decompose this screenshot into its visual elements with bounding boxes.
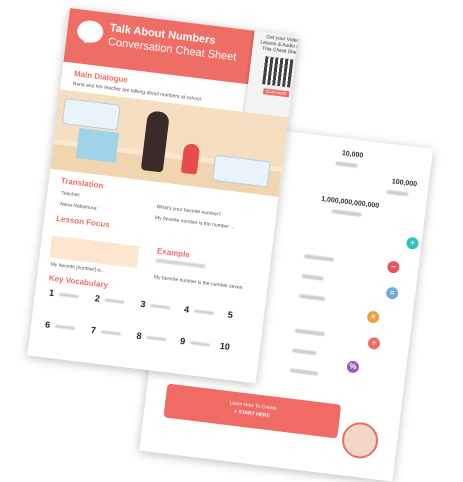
scene-shelf	[75, 128, 120, 163]
number-100000: 100,000	[391, 178, 418, 189]
student-label: Nana Nakamura:	[59, 201, 98, 212]
vocab-number: 1	[48, 287, 55, 299]
translation-line-2: My favorite number is the number ...	[154, 214, 235, 231]
scan-here-label: SCAN HERE	[262, 88, 290, 98]
blurred-text	[146, 335, 167, 342]
percent-icon: %	[346, 360, 360, 374]
vocab-number: 2	[94, 293, 101, 304]
qr-code-icon[interactable]	[262, 56, 294, 88]
blurred-text	[193, 309, 215, 315]
blurred-text	[54, 324, 76, 330]
vocab-number: 5	[227, 309, 234, 321]
blurred-text	[303, 254, 335, 262]
blurred-text	[331, 209, 362, 217]
vocab-number: 6	[44, 319, 51, 330]
number-10000: 10,000	[341, 150, 364, 160]
blurred-text	[155, 258, 206, 269]
lesson-focus-heading: Lesson Focus	[55, 213, 111, 230]
vocab-number: 7	[90, 324, 97, 336]
blurred-text	[301, 274, 324, 281]
blurred-text	[104, 298, 125, 304]
example-line: My favorite number is the number seven.	[153, 274, 245, 292]
translation-heading: Translation	[60, 176, 104, 191]
ribbon-text: Get your Video Lesson & Audio For This C…	[260, 34, 299, 57]
vocab-number: 3	[139, 298, 147, 310]
blurred-text	[335, 161, 358, 168]
blurred-text	[294, 328, 325, 337]
equals-icon: =	[385, 286, 399, 300]
blurred-text	[386, 189, 409, 197]
number-trillion: 1,000,000,000,000	[320, 195, 380, 210]
avatar	[339, 420, 381, 461]
start-here-button[interactable]: Learn How To Create > START HERE	[163, 383, 342, 439]
blurred-text	[298, 293, 326, 302]
lesson-focus-line: My favorite [number] is...	[50, 261, 106, 275]
minus-icon: −	[386, 260, 401, 274]
divide-icon: ÷	[367, 336, 381, 351]
times-icon: ×	[366, 310, 380, 324]
blurred-text	[58, 292, 80, 299]
vocab-number: 8	[135, 330, 143, 342]
blurred-text	[189, 341, 211, 347]
blurred-text	[289, 368, 319, 376]
blurred-text	[150, 304, 171, 310]
blurred-text	[292, 348, 317, 356]
teacher-label: Teacher:	[60, 190, 81, 199]
blurred-text	[100, 330, 121, 336]
qr-ribbon[interactable]: Get your Video Lesson & Audio For This C…	[244, 24, 299, 122]
vocab-number: 4	[183, 304, 190, 315]
vocab-number: 9	[179, 335, 186, 347]
key-vocabulary-heading: Key Vocabulary	[48, 273, 109, 290]
vocab-number: 10	[219, 340, 231, 352]
plus-icon: +	[405, 236, 420, 250]
speech-bubble-icon	[76, 19, 105, 45]
example-heading: Example	[156, 246, 191, 260]
front-sheet: Talk About Numbers Conversation Cheat Sh…	[27, 8, 299, 384]
